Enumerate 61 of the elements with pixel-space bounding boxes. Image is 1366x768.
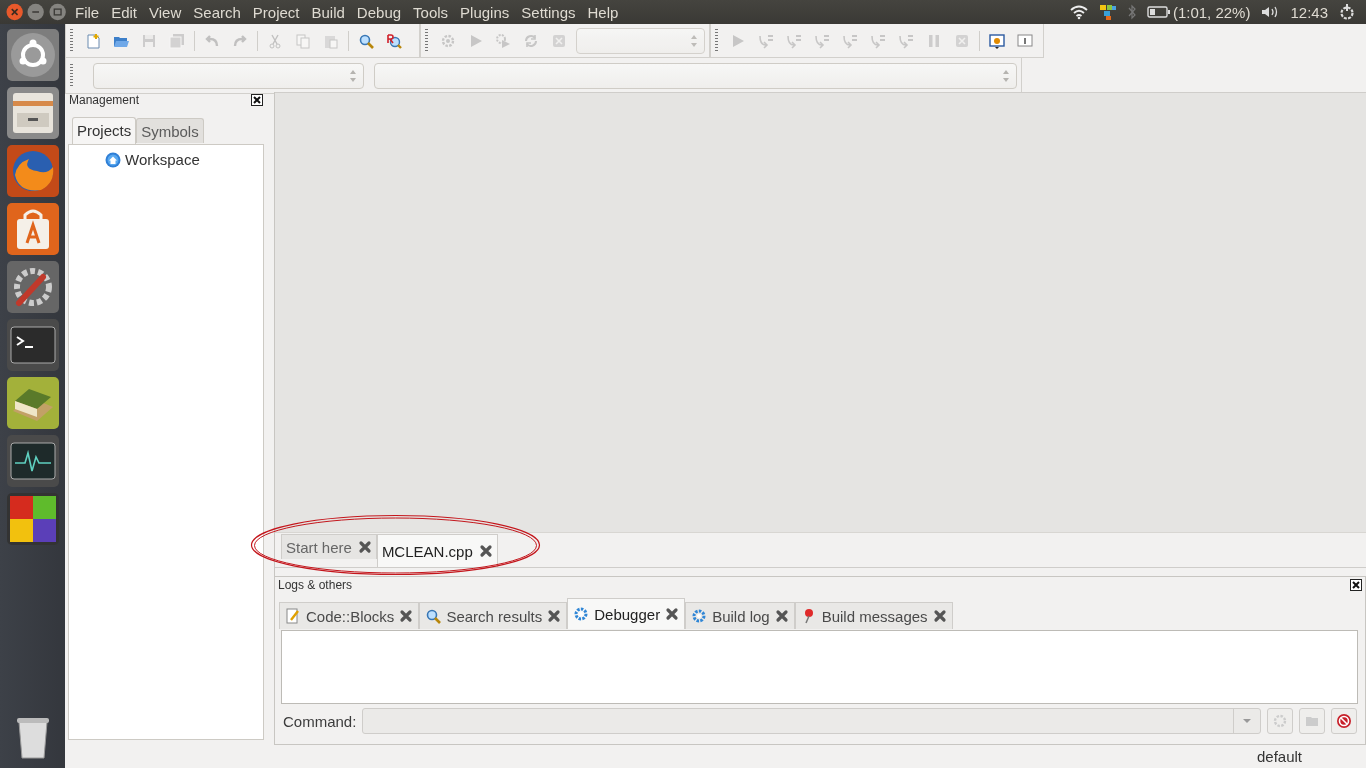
house-globe-icon[interactable] xyxy=(105,151,121,168)
clear-button[interactable] xyxy=(1331,708,1357,734)
magnifier-letter-icon[interactable] xyxy=(386,32,402,49)
editor-tab[interactable]: MCLEAN.cpp xyxy=(376,534,498,567)
close-icon[interactable] xyxy=(547,609,562,623)
dropdown-arrow-icon[interactable] xyxy=(1242,718,1252,724)
notepad-icon xyxy=(285,608,301,624)
menu-item[interactable]: Plugins xyxy=(454,3,516,21)
spinner-arrows-icon xyxy=(690,33,699,48)
info-window-icon[interactable] xyxy=(1017,32,1033,49)
log-tab[interactable]: Code::Blocks xyxy=(279,602,420,629)
menu-item[interactable]: Project xyxy=(246,3,306,21)
minimize-icon[interactable] xyxy=(27,3,45,21)
magnifier-icon[interactable] xyxy=(358,32,374,49)
log-tab[interactable]: Debugger xyxy=(567,598,686,629)
command-label: Command: xyxy=(283,712,357,730)
bug-window-icon[interactable] xyxy=(989,32,1005,49)
no-entry-icon xyxy=(1336,713,1352,729)
menu-item[interactable]: View xyxy=(143,3,188,21)
menu-item[interactable]: Settings xyxy=(515,3,582,21)
spinner-arrows-icon xyxy=(348,68,357,83)
battery-reading[interactable]: (1:01, 22%) xyxy=(1172,3,1251,21)
wifi-icon[interactable] xyxy=(1068,4,1089,20)
log-tab[interactable]: Search results xyxy=(419,602,568,629)
battery-icon[interactable] xyxy=(1146,5,1171,19)
tree-item[interactable]: Workspace xyxy=(125,151,200,168)
maximize-icon[interactable] xyxy=(48,3,66,21)
bluetooth-icon[interactable] xyxy=(1126,4,1137,20)
close-icon[interactable] xyxy=(665,607,680,621)
status-text: default xyxy=(1256,748,1302,765)
power-gear-icon[interactable] xyxy=(1338,3,1356,21)
close-icon[interactable] xyxy=(251,94,263,106)
menu-item[interactable]: Tools xyxy=(407,3,455,21)
panel-tab[interactable]: Projects xyxy=(72,117,137,144)
gear-icon xyxy=(573,606,590,622)
close-icon[interactable] xyxy=(774,609,789,623)
menu-item[interactable]: Debug xyxy=(350,3,408,21)
panel-title: Logs & others xyxy=(278,578,353,592)
log-tab[interactable]: Build messages xyxy=(794,602,953,629)
close-icon[interactable] xyxy=(357,540,372,554)
menu-item[interactable]: Help xyxy=(581,3,625,21)
gear-icon xyxy=(1272,713,1288,729)
gear-icon xyxy=(691,608,708,624)
clock[interactable]: 12:43 xyxy=(1290,3,1328,21)
close-icon[interactable] xyxy=(1350,579,1362,591)
editor-tab[interactable]: Start here xyxy=(281,534,377,559)
close-icon[interactable] xyxy=(932,609,947,623)
spinner-arrows-icon xyxy=(1002,68,1010,83)
panel-title: Management xyxy=(69,93,140,107)
file-plus-icon[interactable] xyxy=(85,32,101,49)
colored-squares-icon[interactable] xyxy=(1098,3,1117,21)
close-icon[interactable] xyxy=(399,609,414,623)
command-field[interactable] xyxy=(362,708,1261,734)
magnifier-icon xyxy=(425,608,442,624)
menu-item[interactable]: File xyxy=(69,3,106,21)
menu-item[interactable]: Build xyxy=(305,3,351,21)
log-tab[interactable]: Build log xyxy=(685,602,795,629)
panel-tab[interactable]: Symbols xyxy=(136,118,204,143)
close-icon[interactable] xyxy=(478,544,493,558)
menu-item[interactable]: Search xyxy=(187,3,247,21)
menu-item[interactable]: Edit xyxy=(105,3,144,21)
